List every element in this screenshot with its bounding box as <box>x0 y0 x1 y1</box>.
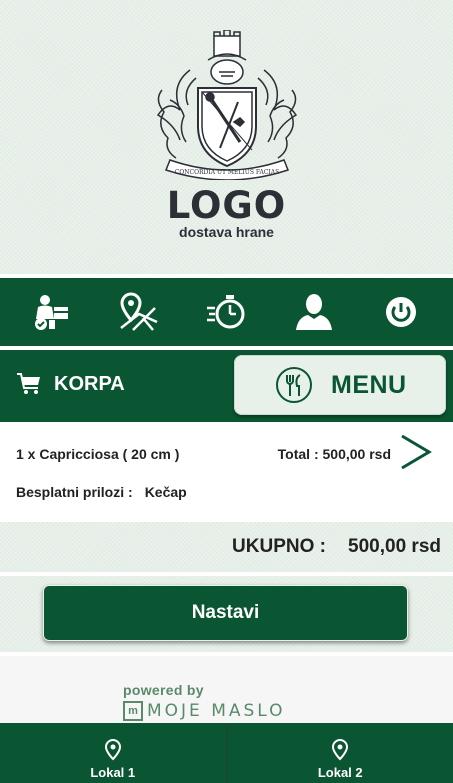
total-label: UKUPNO : <box>232 536 326 557</box>
bottom-navigation: Lokal 1 Lokal 2 <box>0 723 453 783</box>
extras-value: Kečap <box>144 484 187 500</box>
svg-text:CONCORDIA UT MELIUS FACIAS: CONCORDIA UT MELIUS FACIAS <box>175 169 280 176</box>
cart-menu-bar: KORPA MENU <box>0 350 453 422</box>
location-pin-icon <box>104 739 121 761</box>
coat-of-arms-logo: CONCORDIA UT MELIUS FACIAS <box>156 30 298 180</box>
logo-subtitle: dostava hrane <box>179 224 274 240</box>
item-total: Total : 500,00 rsd <box>277 446 391 462</box>
delivery-icon[interactable] <box>29 289 75 335</box>
total-value: 500,00 rsd <box>348 536 441 557</box>
logo-title: LOGO <box>166 184 287 227</box>
menu-button[interactable]: MENU <box>234 355 446 415</box>
location-pin-icon <box>332 739 349 761</box>
location-2-label: Lokal 2 <box>317 765 363 780</box>
menu-label: MENU <box>331 370 407 399</box>
item-name: 1 x Capricciosa ( 20 cm ) <box>16 446 180 462</box>
user-icon[interactable] <box>291 289 337 335</box>
extras-label: Besplatni prilozi : <box>16 484 133 500</box>
order-summary: UKUPNO : 500,00 rsd <box>0 522 453 572</box>
korpa-label: KORPA <box>54 372 125 395</box>
cart-item: 1 x Capricciosa ( 20 cm ) Total : 500,00… <box>0 426 453 518</box>
location-2-button[interactable]: Lokal 2 <box>225 723 453 783</box>
cutlery-icon <box>276 367 312 403</box>
brand-name: MOJE MASLO <box>147 701 286 721</box>
icon-navigation <box>0 278 453 346</box>
item-extras: Besplatni prilozi : Kečap <box>16 484 187 500</box>
brand-logo[interactable]: m MOJE MASLO <box>123 701 286 721</box>
powered-by-label: powered by <box>123 682 204 698</box>
stopwatch-icon[interactable] <box>203 289 249 335</box>
chevron-right-icon[interactable] <box>399 434 433 470</box>
power-icon[interactable] <box>378 289 424 335</box>
brand-mark-icon: m <box>123 701 143 721</box>
location-1-label: Lokal 1 <box>90 765 136 780</box>
powered-by-section: powered by m MOJE MASLO <box>0 656 453 723</box>
continue-button[interactable]: Nastavi <box>43 585 408 641</box>
app-header: CONCORDIA UT MELIUS FACIAS LOGO dostava … <box>0 0 453 274</box>
location-map-icon[interactable] <box>116 289 162 335</box>
cta-row: Nastavi <box>0 576 453 652</box>
location-1-button[interactable]: Lokal 1 <box>0 723 226 783</box>
shopping-cart-icon <box>17 373 40 394</box>
korpa-button[interactable]: KORPA <box>16 372 125 396</box>
